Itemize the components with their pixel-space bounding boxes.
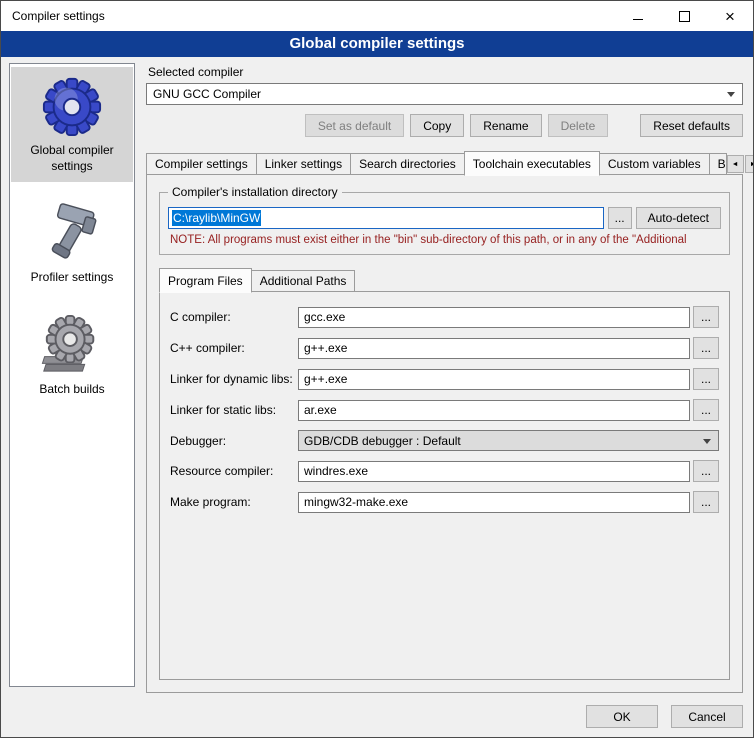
tab-linker-settings[interactable]: Linker settings bbox=[256, 153, 351, 175]
cpp-compiler-label: C++ compiler: bbox=[170, 341, 298, 355]
sidebar-item-global-compiler-settings[interactable]: Global compiler settings bbox=[11, 67, 133, 182]
dynamic-linker-input[interactable]: g++.exe bbox=[298, 369, 690, 390]
compiler-actions: Set as default Copy Rename Delete Reset … bbox=[146, 114, 743, 137]
blue-gear-icon bbox=[41, 75, 103, 137]
tab-search-directories[interactable]: Search directories bbox=[350, 153, 465, 175]
c-compiler-input[interactable]: gcc.exe bbox=[298, 307, 690, 328]
install-dir-input[interactable]: C:\raylib\MinGW bbox=[168, 207, 604, 229]
program-files-tab-bar: Program Files Additional Paths bbox=[159, 268, 730, 292]
resource-compiler-row: Resource compiler: windres.exe ... bbox=[170, 460, 719, 482]
toolchain-executables-panel: Compiler's installation directory C:\ray… bbox=[146, 174, 743, 693]
delete-button[interactable]: Delete bbox=[548, 114, 609, 137]
scroll-right-icon: ► bbox=[750, 161, 754, 168]
c-compiler-row: C compiler: gcc.exe ... bbox=[170, 306, 719, 328]
static-linker-browse-button[interactable]: ... bbox=[693, 399, 719, 421]
sidebar-item-label: Global compiler settings bbox=[13, 143, 131, 174]
set-as-default-button[interactable]: Set as default bbox=[305, 114, 404, 137]
sidebar-item-profiler-settings[interactable]: Profiler settings bbox=[11, 194, 133, 294]
make-program-row: Make program: mingw32-make.exe ... bbox=[170, 491, 719, 513]
maximize-icon bbox=[679, 11, 690, 22]
ok-button[interactable]: OK bbox=[586, 705, 658, 728]
dialog-footer: OK Cancel bbox=[586, 705, 743, 728]
debugger-label: Debugger: bbox=[170, 434, 298, 448]
cancel-button[interactable]: Cancel bbox=[671, 705, 743, 728]
cpp-compiler-browse-button[interactable]: ... bbox=[693, 337, 719, 359]
chevron-down-icon bbox=[703, 439, 711, 444]
static-linker-label: Linker for static libs: bbox=[170, 403, 298, 417]
make-program-label: Make program: bbox=[170, 495, 298, 509]
tab-custom-variables[interactable]: Custom variables bbox=[599, 153, 710, 175]
tab-program-files[interactable]: Program Files bbox=[159, 268, 252, 293]
static-linker-row: Linker for static libs: ar.exe ... bbox=[170, 399, 719, 421]
c-compiler-label: C compiler: bbox=[170, 310, 298, 324]
installation-directory-group: Compiler's installation directory C:\ray… bbox=[159, 185, 730, 255]
install-dir-browse-button[interactable]: ... bbox=[608, 207, 632, 229]
tab-scroll-buttons: ◄ ► bbox=[727, 155, 754, 175]
tab-additional-paths[interactable]: Additional Paths bbox=[251, 270, 356, 292]
dynamic-linker-row: Linker for dynamic libs: g++.exe ... bbox=[170, 368, 719, 390]
dynamic-linker-label: Linker for dynamic libs: bbox=[170, 372, 298, 386]
dialog-content: Global compiler settings Profiler settin… bbox=[1, 57, 753, 737]
chevron-down-icon bbox=[727, 92, 735, 97]
window-title: Compiler settings bbox=[1, 9, 105, 23]
resource-compiler-value: windres.exe bbox=[304, 464, 368, 478]
installation-directory-row: C:\raylib\MinGW ... Auto-detect bbox=[168, 207, 721, 229]
resource-compiler-label: Resource compiler: bbox=[170, 464, 298, 478]
make-program-browse-button[interactable]: ... bbox=[693, 491, 719, 513]
tab-build-options[interactable]: Buil bbox=[709, 153, 727, 175]
settings-tab-bar: Compiler settings Linker settings Search… bbox=[146, 150, 743, 175]
copy-button[interactable]: Copy bbox=[410, 114, 464, 137]
cpp-compiler-row: C++ compiler: g++.exe ... bbox=[170, 337, 719, 359]
main-panel: Selected compiler GNU GCC Compiler Set a… bbox=[146, 65, 743, 693]
tab-scroll-right-button[interactable]: ► bbox=[745, 155, 754, 173]
close-icon: × bbox=[725, 8, 735, 25]
static-linker-input[interactable]: ar.exe bbox=[298, 400, 690, 421]
rename-button[interactable]: Rename bbox=[470, 114, 541, 137]
debugger-row: Debugger: GDB/CDB debugger : Default bbox=[170, 430, 719, 451]
install-dir-value: C:\raylib\MinGW bbox=[172, 210, 261, 226]
minimize-button[interactable] bbox=[615, 1, 661, 31]
tab-toolchain-executables[interactable]: Toolchain executables bbox=[464, 151, 600, 176]
bin-subdirectory-note: NOTE: All programs must exist either in … bbox=[170, 234, 719, 246]
make-program-value: mingw32-make.exe bbox=[304, 495, 408, 509]
minimize-icon bbox=[633, 19, 643, 20]
sidebar-item-batch-builds[interactable]: Batch builds bbox=[11, 306, 133, 406]
page-title: Global compiler settings bbox=[1, 31, 753, 57]
profiler-tool-icon bbox=[41, 202, 103, 264]
title-bar: Compiler settings × bbox=[1, 1, 753, 31]
tab-scroll-left-button[interactable]: ◄ bbox=[727, 155, 744, 173]
selected-compiler-dropdown[interactable]: GNU GCC Compiler bbox=[146, 83, 743, 105]
c-compiler-value: gcc.exe bbox=[304, 310, 345, 324]
auto-detect-button[interactable]: Auto-detect bbox=[636, 207, 721, 229]
selected-compiler-label: Selected compiler bbox=[148, 65, 743, 79]
static-linker-value: ar.exe bbox=[304, 403, 337, 417]
cpp-compiler-input[interactable]: g++.exe bbox=[298, 338, 690, 359]
sidebar-item-label: Profiler settings bbox=[13, 270, 131, 286]
close-button[interactable]: × bbox=[707, 1, 753, 31]
resource-compiler-input[interactable]: windres.exe bbox=[298, 461, 690, 482]
tab-compiler-settings[interactable]: Compiler settings bbox=[146, 153, 257, 175]
scroll-left-icon: ◄ bbox=[732, 161, 739, 168]
sidebar: Global compiler settings Profiler settin… bbox=[9, 63, 135, 687]
maximize-button[interactable] bbox=[661, 1, 707, 31]
dynamic-linker-browse-button[interactable]: ... bbox=[693, 368, 719, 390]
window-controls: × bbox=[615, 1, 753, 31]
dynamic-linker-value: g++.exe bbox=[304, 372, 347, 386]
sidebar-item-label: Batch builds bbox=[13, 382, 131, 398]
selected-compiler-value: GNU GCC Compiler bbox=[153, 87, 261, 101]
gray-gear-stack-icon bbox=[41, 314, 103, 376]
resource-compiler-browse-button[interactable]: ... bbox=[693, 460, 719, 482]
make-program-input[interactable]: mingw32-make.exe bbox=[298, 492, 690, 513]
reset-defaults-button[interactable]: Reset defaults bbox=[640, 114, 743, 137]
installation-directory-label: Compiler's installation directory bbox=[168, 185, 342, 199]
debugger-value: GDB/CDB debugger : Default bbox=[304, 434, 461, 448]
compiler-settings-window: Compiler settings × Global compiler sett… bbox=[0, 0, 754, 738]
cpp-compiler-value: g++.exe bbox=[304, 341, 347, 355]
debugger-dropdown[interactable]: GDB/CDB debugger : Default bbox=[298, 430, 719, 451]
program-files-panel: C compiler: gcc.exe ... C++ compiler: g+… bbox=[159, 291, 730, 680]
c-compiler-browse-button[interactable]: ... bbox=[693, 306, 719, 328]
